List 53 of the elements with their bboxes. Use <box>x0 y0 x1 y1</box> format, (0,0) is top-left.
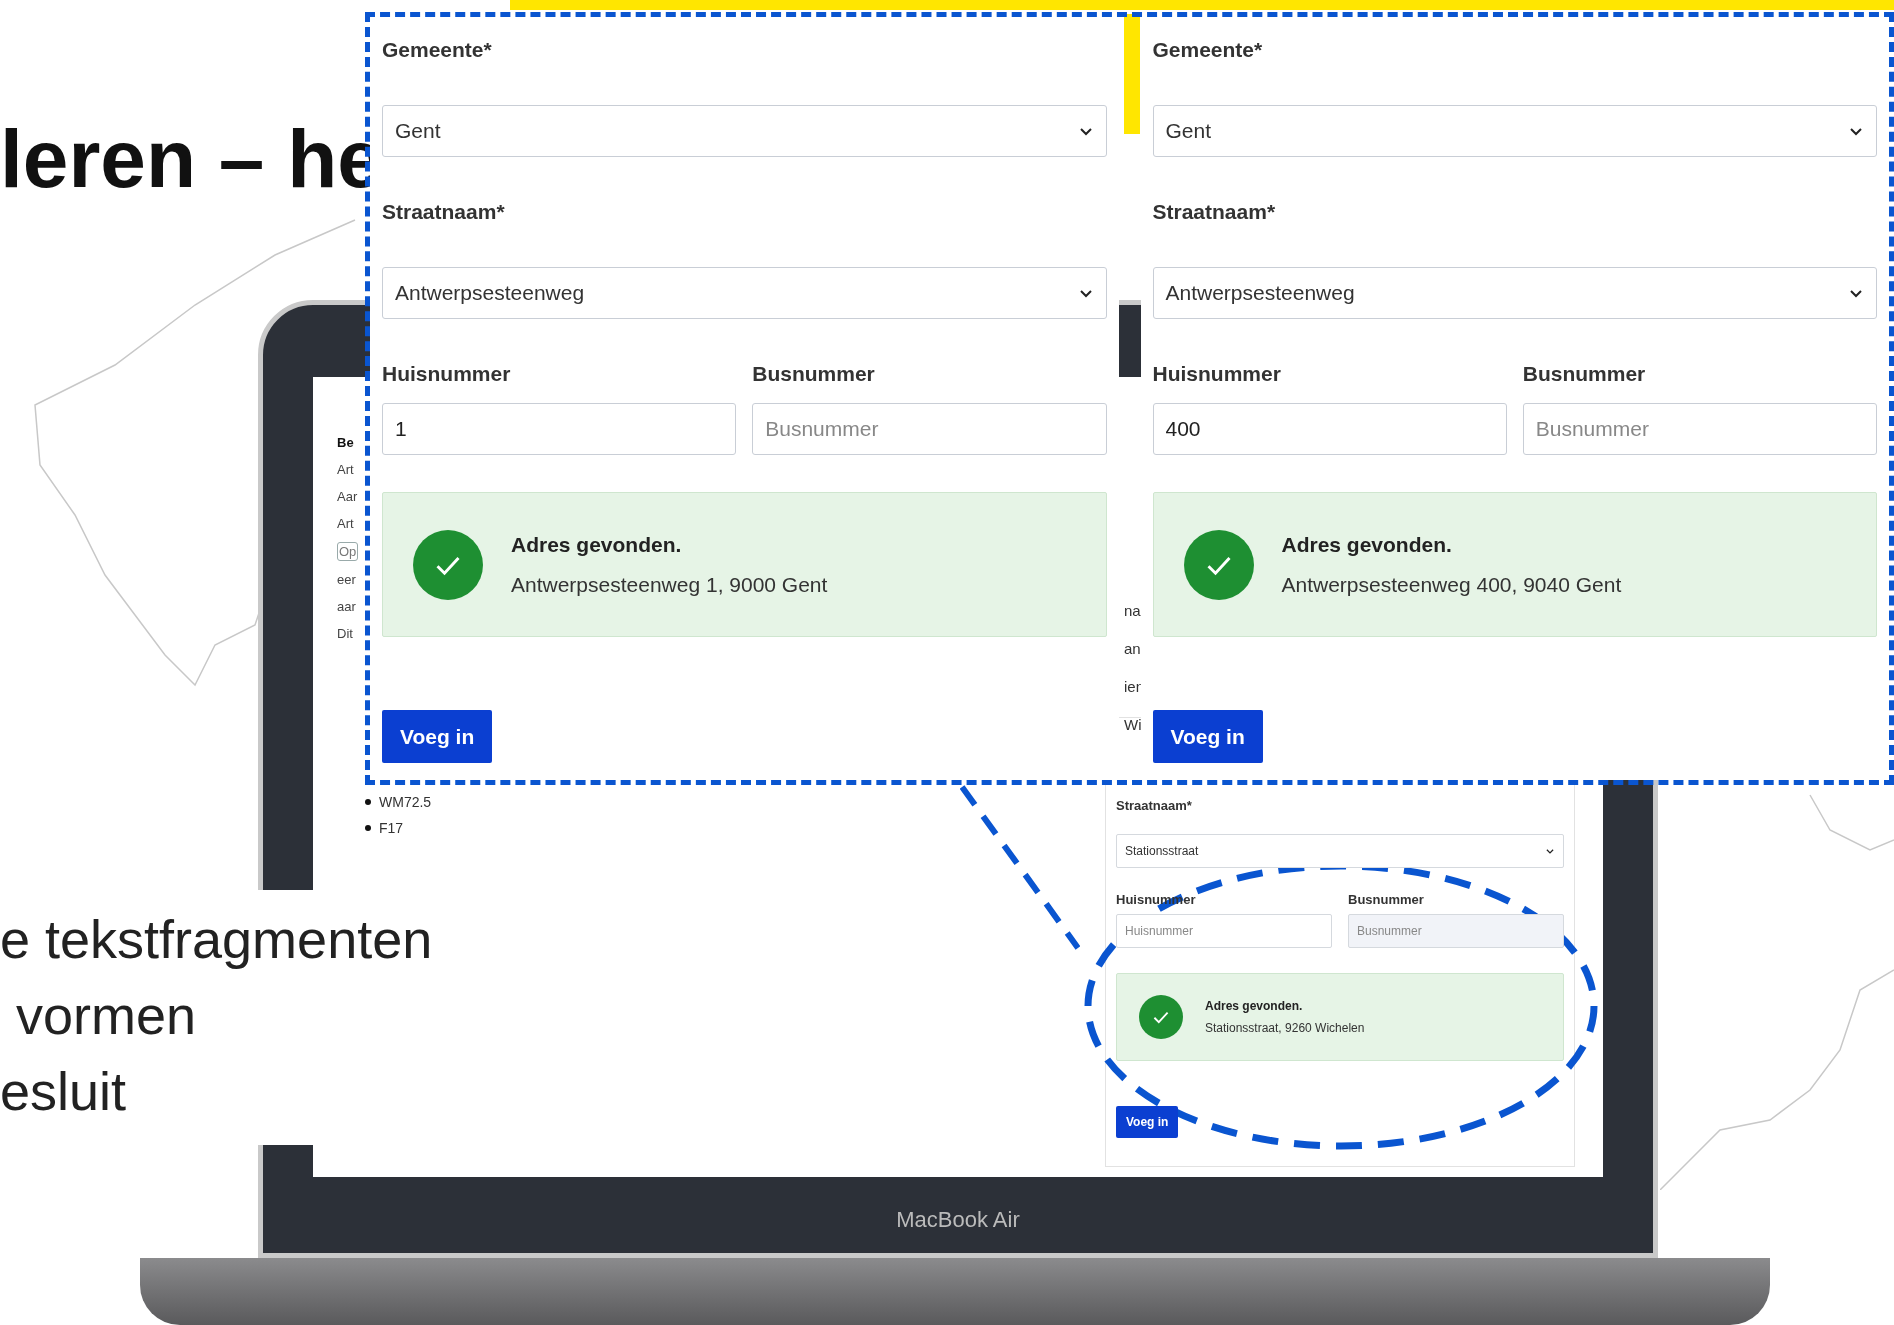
field-label: Straatnaam* <box>1116 798 1193 814</box>
text-fragment: eer <box>337 571 356 588</box>
check-circle-icon <box>1183 529 1254 600</box>
laptop-brand-label: MacBook Air <box>896 1205 1020 1234</box>
field-label: Busnummer <box>752 362 876 386</box>
submit-button[interactable]: Voeg in <box>1116 1106 1179 1138</box>
text-fragment: an <box>1124 640 1141 658</box>
field-label: Huisnummer <box>1152 362 1282 386</box>
text-fragment: Dit <box>337 625 353 642</box>
select-field[interactable]: Gent <box>1152 105 1877 157</box>
text-fragment[interactable]: Op <box>337 542 359 561</box>
input-field[interactable]: 1 <box>382 403 737 455</box>
text-fragment: na <box>1124 602 1141 620</box>
select-field[interactable]: Antwerpsesteenweg <box>1152 267 1877 319</box>
select-field[interactable]: Stationsstraat <box>1116 834 1564 868</box>
input-field[interactable]: Huisnummer <box>1116 914 1332 948</box>
alert-title: Adres gevonden. <box>1281 532 1453 558</box>
list-item: F17 <box>379 819 404 837</box>
alert-text: Antwerpsesteenweg 1, 9000 Gent <box>511 571 828 598</box>
input-field[interactable]: Busnummer <box>1522 403 1877 455</box>
field-label: Gemeente* <box>1152 38 1264 62</box>
field-label: Busnummer <box>1348 892 1425 908</box>
chevron-down-icon <box>1545 846 1555 856</box>
text-fragment: Art <box>337 515 354 532</box>
select-field[interactable]: Gent <box>382 105 1107 157</box>
field-label: Busnummer <box>1522 362 1647 386</box>
submit-button[interactable]: Voeg in <box>1152 710 1263 763</box>
bullet-icon <box>365 799 371 805</box>
text-fragment: Aar <box>337 488 358 505</box>
list-item: WM72.5 <box>379 793 432 811</box>
field-label: Huisnummer <box>382 362 512 386</box>
alert-title: Adres gevonden. <box>511 532 683 558</box>
body-text-line: vormen <box>15 984 198 1046</box>
alert-text: Antwerpsesteenweg 400, 9040 Gent <box>1281 571 1622 598</box>
submit-button[interactable]: Voeg in <box>382 710 493 763</box>
alert-text: Stationsstraat, 9260 Wichelen <box>1205 1020 1365 1037</box>
check-circle-icon <box>413 529 483 600</box>
input-field[interactable]: Busnummer <box>752 403 1107 455</box>
text-fragment: Be <box>337 434 354 451</box>
input-field[interactable]: Busnummer <box>1348 914 1564 948</box>
field-label: Straatnaam* <box>1152 200 1277 224</box>
body-text-line: e tekstfragmenten <box>0 908 434 970</box>
input-field[interactable]: 400 <box>1152 403 1507 455</box>
select-field[interactable]: Antwerpsesteenweg <box>382 267 1107 319</box>
field-label: Straatnaam* <box>382 200 506 224</box>
text-fragment: aar <box>337 598 356 615</box>
body-text-line: esluit <box>0 1060 128 1122</box>
check-circle-icon <box>1139 995 1183 1039</box>
text-fragment: Wi <box>1124 716 1142 734</box>
bullet-icon <box>365 825 371 831</box>
field-label: Gemeente* <box>382 38 493 62</box>
alert-title: Adres gevonden. <box>1205 998 1304 1015</box>
text-fragment: Art <box>337 461 354 478</box>
